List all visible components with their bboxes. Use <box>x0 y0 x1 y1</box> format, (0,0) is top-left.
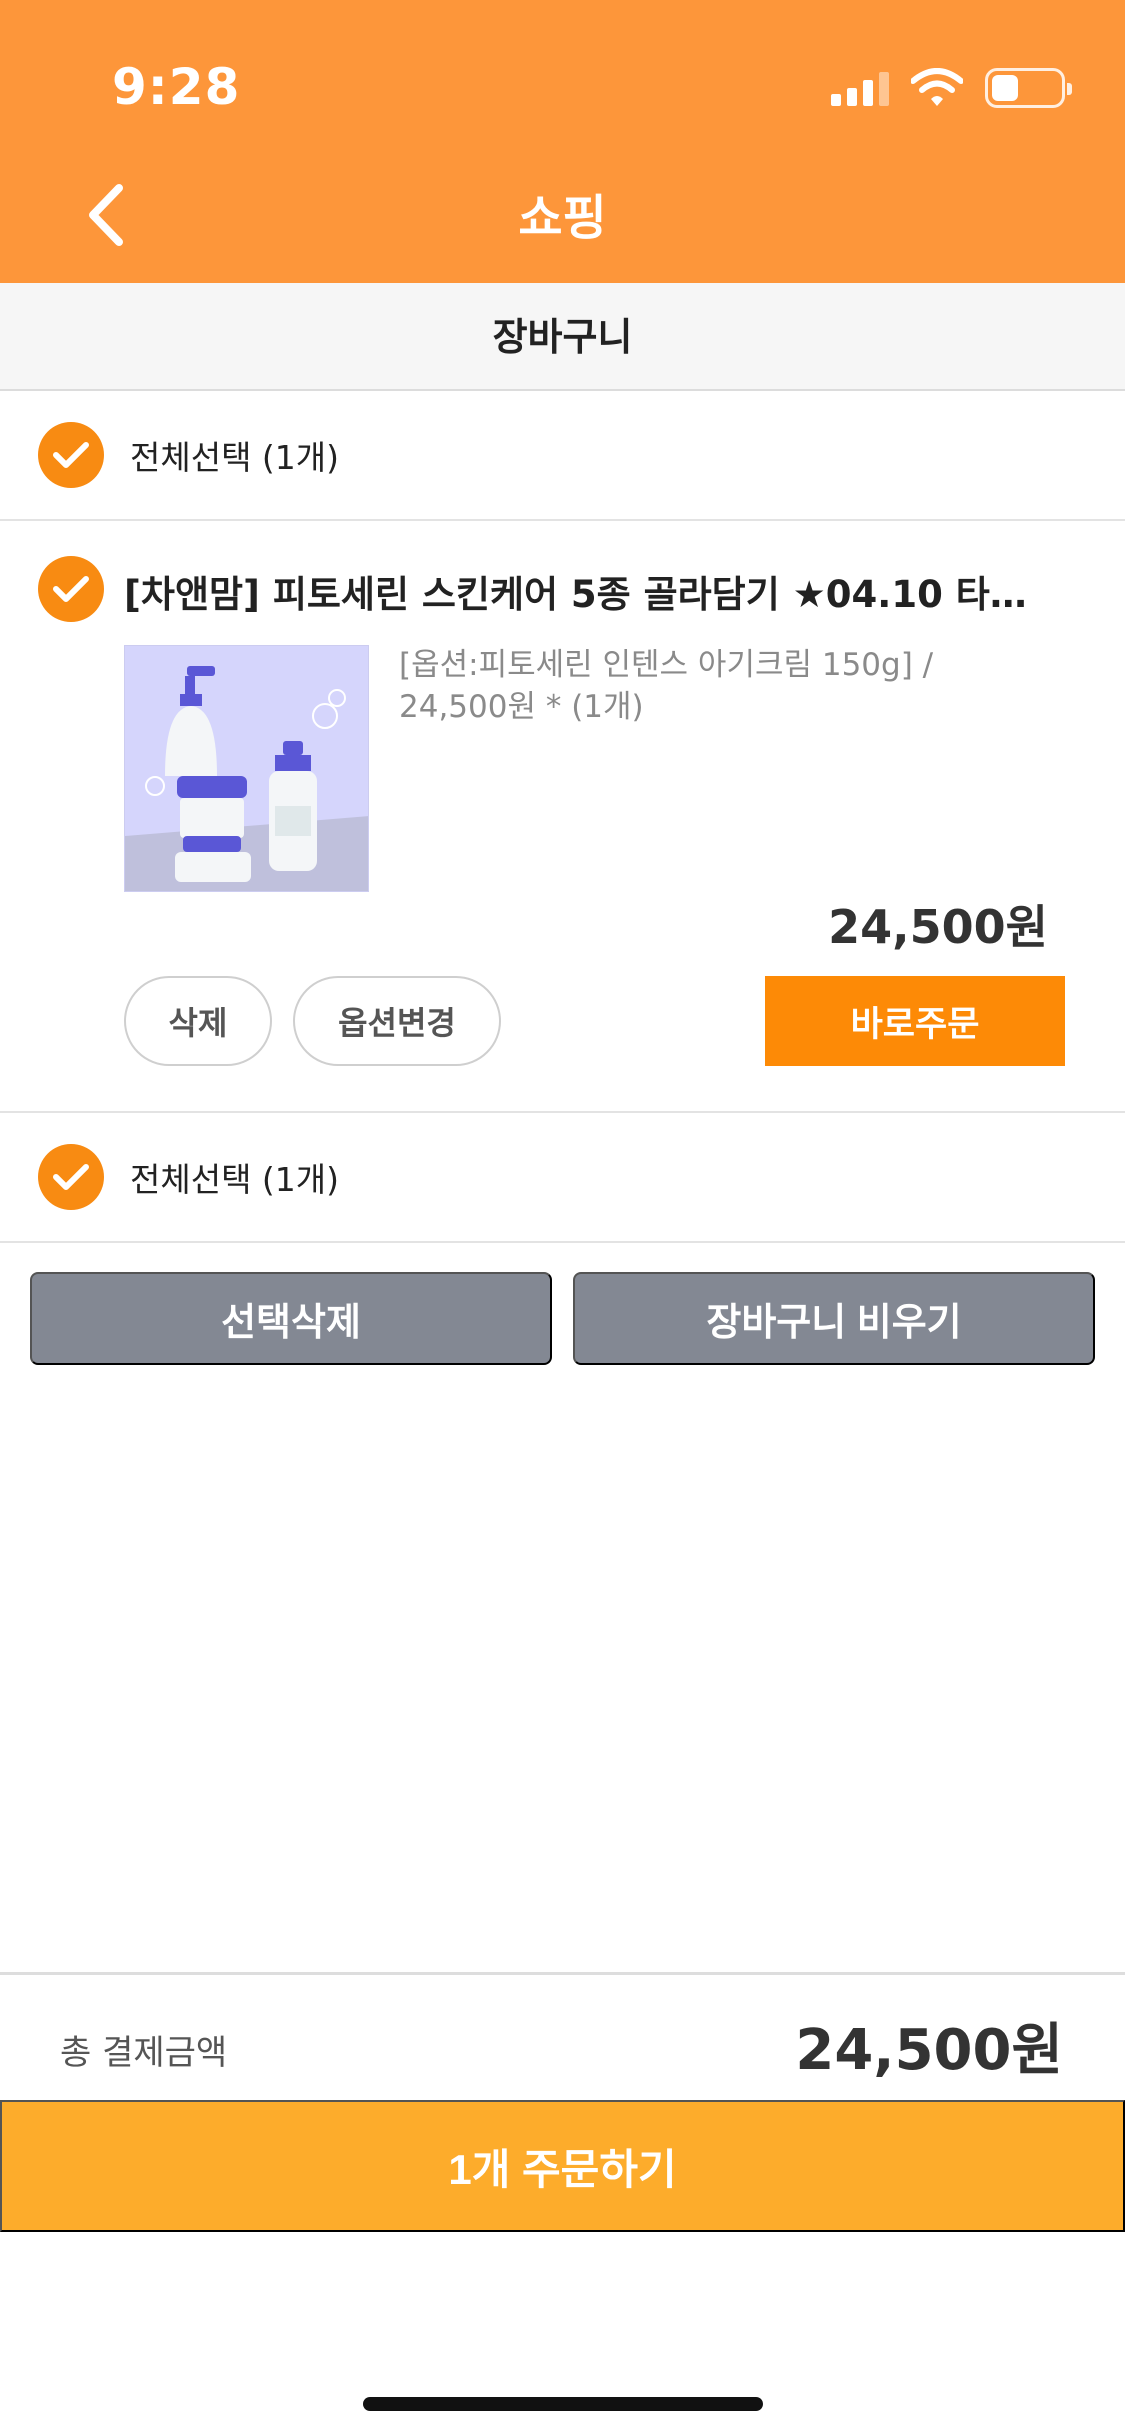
change-option-button[interactable]: 옵션변경 <box>293 976 501 1066</box>
cart-subheader: 장바구니 <box>0 283 1125 391</box>
product-image[interactable] <box>124 645 369 892</box>
cart-title: 장바구니 <box>492 315 633 359</box>
select-all-checkbox[interactable] <box>38 422 104 488</box>
empty-cart-button[interactable]: 장바구니 비우기 <box>573 1272 1095 1365</box>
select-all-label: 전체선택 (1개) <box>130 438 340 477</box>
battery-icon <box>985 68 1072 108</box>
select-all-checkbox-bottom[interactable] <box>38 1144 104 1210</box>
select-all-label: 전체선택 (1개) <box>130 1160 340 1199</box>
signal-icon <box>831 70 889 106</box>
product-option: [옵션:피토세린 인텐스 아기크림 150g] / 24,500원 * (1개) <box>399 647 934 725</box>
product-bottles-image <box>125 646 368 891</box>
home-indicator <box>363 2397 763 2411</box>
delete-selected-button[interactable]: 선택삭제 <box>30 1272 552 1365</box>
product-price: 24,500원 <box>828 900 1048 954</box>
checkmark-icon <box>53 442 89 468</box>
product-title[interactable]: [차앤맘] 피토세린 스킨케어 5종 골라담기 ★04.10 타… <box>124 564 1054 618</box>
order-button[interactable]: 1개 주문하기 <box>0 2100 1125 2232</box>
checkmark-icon <box>53 1164 89 1190</box>
total-label: 총 결제금액 <box>60 2033 228 2073</box>
total-summary: 총 결제금액 24,500원 <box>0 1972 1125 2100</box>
item-checkbox[interactable] <box>38 556 104 622</box>
app-header: 9:28 쇼핑 <box>0 0 1125 283</box>
cart-item: [차앤맘] 피토세린 스킨케어 5종 골라담기 ★04.10 타… [옵션:피토 <box>0 526 1125 1113</box>
buy-now-button[interactable]: 바로주문 <box>765 976 1065 1066</box>
total-value: 24,500원 <box>795 2018 1063 2083</box>
status-icons <box>831 64 1072 112</box>
checkmark-icon <box>53 576 89 602</box>
select-all-row-bottom[interactable]: 전체선택 (1개) <box>0 1113 1125 1243</box>
delete-item-button[interactable]: 삭제 <box>124 976 272 1066</box>
select-all-row-top[interactable]: 전체선택 (1개) <box>0 391 1125 521</box>
wifi-icon <box>911 68 963 106</box>
page-title: 쇼핑 <box>518 190 607 246</box>
status-time: 9:28 <box>112 58 241 116</box>
